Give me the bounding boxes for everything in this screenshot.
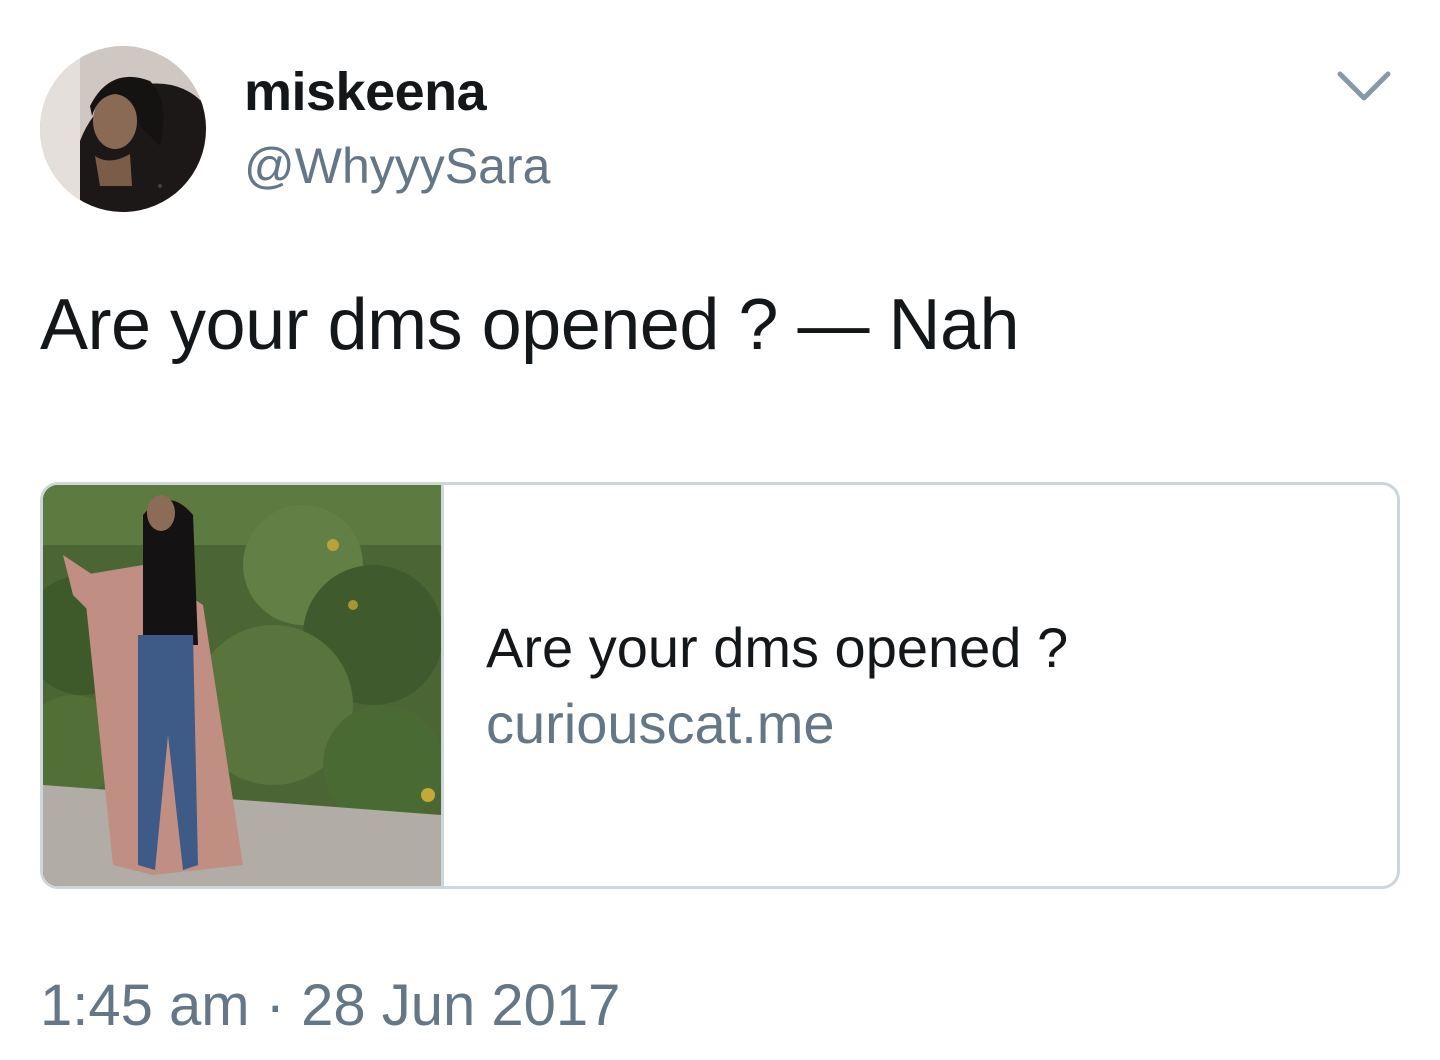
link-card[interactable]: Are your dms opened ? curiouscat.me <box>40 482 1400 889</box>
chevron-down-icon[interactable] <box>1334 64 1394 108</box>
avatar[interactable] <box>40 46 206 212</box>
card-title[interactable]: Are your dms opened ? <box>486 615 1068 681</box>
tweet-timestamp[interactable]: 1:45 am · 28 Jun 2017 <box>40 972 620 1040</box>
tweet-text: Are your dms opened ? — Nah <box>40 285 1020 365</box>
card-image <box>43 485 444 886</box>
avatar-image <box>40 46 206 212</box>
card-domain[interactable]: curiouscat.me <box>486 691 835 757</box>
tweet: miskeena @WhyyySara Are your dms opened … <box>0 0 1440 1060</box>
user-handle[interactable]: @WhyyySara <box>244 136 550 196</box>
display-name[interactable]: miskeena <box>244 60 487 124</box>
